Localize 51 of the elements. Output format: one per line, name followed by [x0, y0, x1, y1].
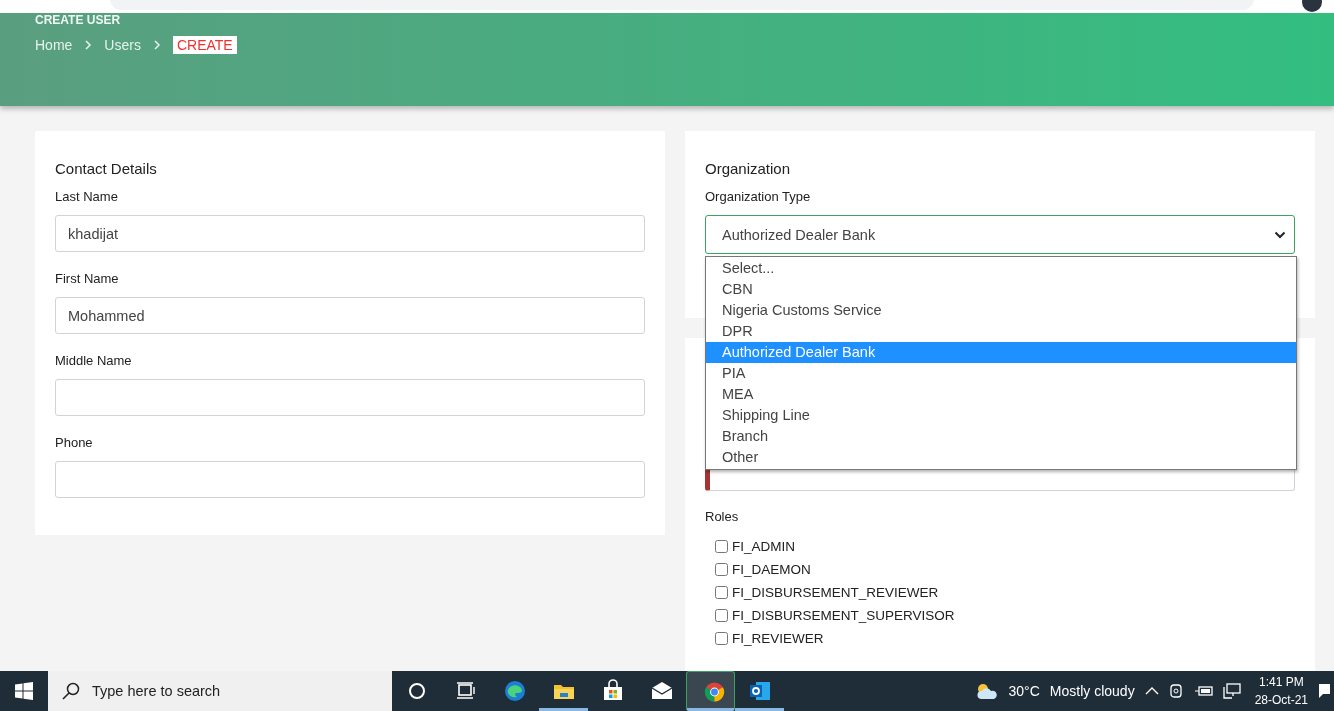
chevron-icon: [152, 39, 161, 51]
dropdown-option[interactable]: Select...: [706, 258, 1296, 279]
checkbox-label: FI_DISBURSEMENT_REVIEWER: [732, 584, 939, 600]
camera-icon: [1168, 682, 1185, 700]
dropdown-option[interactable]: Branch: [706, 426, 1296, 447]
input-field[interactable]: [55, 461, 645, 498]
dropdown-option[interactable]: CBN: [706, 279, 1296, 300]
notification-icon: [1318, 682, 1330, 700]
chrome-icon: [703, 679, 726, 704]
checkbox-label: FI_DISBURSEMENT_SUPERVISOR: [732, 607, 955, 623]
card-title: Organization: [705, 160, 792, 177]
checkbox[interactable]: [715, 539, 728, 553]
field-label: First Name: [55, 271, 120, 286]
clock-time[interactable]: 1:41 PM: [1258, 673, 1304, 691]
checkbox-label: FI_ADMIN: [732, 538, 795, 554]
dropdown-option[interactable]: PIA: [706, 363, 1296, 384]
checkbox-label: FI_REVIEWER: [732, 630, 824, 646]
windows-icon: [15, 682, 33, 700]
clock-date[interactable]: 28-Oct-21: [1254, 691, 1308, 709]
weather-text: Mostly cloudy: [1049, 683, 1135, 699]
network-icon: [1222, 683, 1241, 699]
field-label: Roles: [705, 509, 740, 524]
checkbox-label: FI_DAEMON: [732, 561, 811, 577]
dropdown-option[interactable]: Other: [706, 447, 1296, 468]
field-label: Phone: [55, 435, 94, 450]
input-field[interactable]: Mohammed: [55, 297, 645, 334]
checkbox[interactable]: [715, 608, 728, 622]
input-field[interactable]: [55, 379, 645, 416]
dropdown-option[interactable]: Shipping Line: [706, 405, 1296, 426]
battery-icon: [1194, 684, 1213, 698]
field-label: Last Name: [55, 189, 119, 204]
search-icon: [62, 682, 80, 700]
browser-icon: [502, 679, 527, 703]
mail-app-icon: [747, 679, 772, 703]
checkbox[interactable]: [715, 631, 728, 645]
dropdown-option[interactable]: MEA: [706, 384, 1296, 405]
card-title: Contact Details: [55, 160, 158, 177]
caret-icon: [1274, 230, 1286, 239]
chevron-up-icon: [1144, 686, 1159, 696]
checkbox[interactable]: [715, 585, 728, 599]
input-field[interactable]: khadijat: [55, 215, 645, 252]
dropdown-option[interactable]: Nigeria Customs Service: [706, 300, 1296, 321]
select-field[interactable]: Authorized Dealer Bank: [705, 215, 1295, 254]
checkbox[interactable]: [715, 562, 728, 576]
chevron-icon: [84, 39, 93, 51]
search-field[interactable]: Type here to search: [48, 671, 392, 711]
field-label: Organization Type: [705, 189, 812, 204]
temperature: 30°C: [1008, 683, 1040, 699]
field-label: Middle Name: [55, 353, 133, 368]
page-title: CREATE USER: [35, 13, 121, 27]
dropdown-option[interactable]: DPR: [706, 321, 1296, 342]
